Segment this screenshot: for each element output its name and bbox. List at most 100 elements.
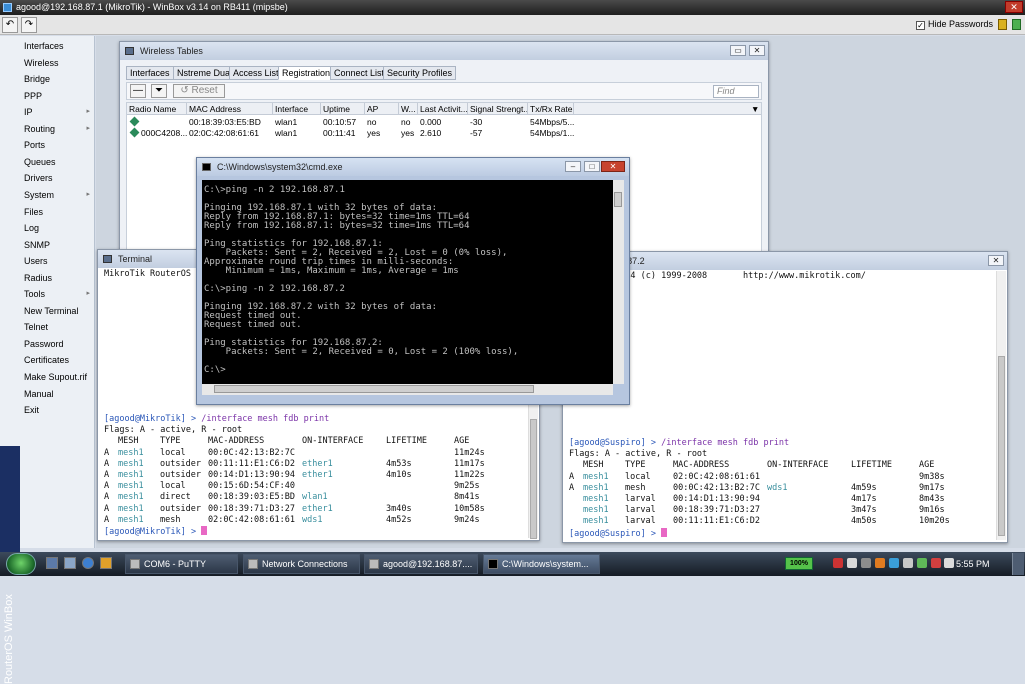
window-switcher-icon[interactable]: [64, 557, 76, 569]
column-menu-icon[interactable]: ▼: [749, 103, 759, 115]
close-icon[interactable]: ✕: [1005, 1, 1023, 13]
taskbar-clock[interactable]: 5:55 PM: [956, 552, 990, 576]
sidebar-item-wireless[interactable]: Wireless: [24, 56, 92, 70]
tab-connect-list[interactable]: Connect List: [330, 66, 389, 80]
terminal-final-prompt[interactable]: [agood@MikroTik] >: [104, 526, 208, 538]
find-input[interactable]: Find: [713, 85, 759, 98]
column-header[interactable]: AP: [365, 103, 399, 115]
wireless-tables-title-bar[interactable]: Wireless Tables ▭ ✕: [120, 42, 768, 60]
sidebar-item-snmp[interactable]: SNMP: [24, 238, 92, 252]
sidebar-item-bridge[interactable]: Bridge: [24, 72, 92, 86]
show-desktop-icon[interactable]: [46, 557, 58, 569]
close-icon[interactable]: ✕: [988, 255, 1004, 266]
column-header[interactable]: Uptime: [321, 103, 365, 115]
sidebar-item-drivers[interactable]: Drivers: [24, 171, 92, 185]
battery-indicator[interactable]: 100%: [785, 557, 813, 570]
scroll-thumb[interactable]: [530, 419, 537, 539]
task-network-connections[interactable]: Network Connections: [243, 554, 360, 574]
fdb-flag: A: [104, 514, 110, 525]
minimize-icon[interactable]: –: [565, 161, 581, 172]
cmd-vertical-scrollbar[interactable]: [613, 180, 624, 384]
remove-icon[interactable]: —: [130, 84, 146, 98]
scroll-thumb[interactable]: [214, 385, 534, 393]
task-cmd[interactable]: C:\Windows\system...: [483, 554, 600, 574]
column-header[interactable]: Signal Strengt...: [468, 103, 528, 115]
tab-nstreme-dual[interactable]: Nstreme Dual: [173, 66, 237, 80]
fdb-mesh: mesh1: [118, 514, 144, 525]
terminal-final-prompt[interactable]: [agood@Suspiro] >: [569, 527, 668, 540]
cell-value: wlan1: [275, 128, 298, 138]
sidebar-item-files[interactable]: Files: [24, 205, 92, 219]
sidebar-item-tools[interactable]: Tools ▸: [24, 287, 92, 301]
sidebar-item-log[interactable]: Log: [24, 221, 92, 235]
column-header[interactable]: MAC Address: [187, 103, 273, 115]
show-desktop-button[interactable]: [1012, 553, 1024, 575]
start-button[interactable]: [6, 553, 36, 575]
tab-security-profiles[interactable]: Security Profiles: [383, 66, 457, 80]
tab-interfaces[interactable]: Interfaces: [126, 66, 174, 80]
sidebar-item-routing[interactable]: Routing ▸: [24, 122, 92, 136]
fdb-mesh: mesh1: [118, 492, 144, 503]
sidebar-item-certificates[interactable]: Certificates: [24, 353, 92, 367]
sidebar-item-radius[interactable]: Radius: [24, 271, 92, 285]
restore-icon[interactable]: ▭: [730, 45, 746, 56]
fdb-mac: 00:11:11:E1:C6:D2: [673, 516, 760, 527]
sidebar-item-password[interactable]: Password: [24, 337, 92, 351]
maximize-icon[interactable]: □: [584, 161, 600, 172]
tab-registration[interactable]: Registration: [278, 66, 335, 80]
undo-button[interactable]: ↶: [2, 17, 18, 33]
sidebar-item-users[interactable]: Users: [24, 254, 92, 268]
tab-access-list[interactable]: Access List: [229, 66, 283, 80]
sidebar-item-make-supout-rif[interactable]: Make Supout.rif: [24, 370, 92, 384]
volume-icon[interactable]: [944, 558, 954, 568]
tray-icon[interactable]: [917, 558, 927, 568]
sidebar-item-ports[interactable]: Ports: [24, 138, 92, 152]
sidebar-item-manual[interactable]: Manual: [24, 387, 92, 401]
bluetooth-icon[interactable]: [889, 558, 899, 568]
tray-icon[interactable]: [861, 558, 871, 568]
sidebar-item-ppp[interactable]: PPP: [24, 89, 92, 103]
reset-button[interactable]: ↺ Reset: [173, 84, 225, 98]
scroll-thumb[interactable]: [998, 356, 1005, 536]
checkbox-box[interactable]: ✓: [915, 21, 925, 30]
column-header[interactable]: Last Activit...: [418, 103, 468, 115]
fdb-iface: ether1: [302, 470, 333, 480]
media-player-icon[interactable]: [100, 557, 112, 569]
sidebar-item-new-terminal[interactable]: New Terminal: [24, 304, 92, 318]
task-putty[interactable]: COM6 - PuTTY: [125, 554, 238, 574]
network-tray-icon[interactable]: [847, 558, 857, 568]
fdb-row: Amesh1 mesh 02:0C:42:08:61:61 wds1 4m52s 9m24…: [104, 515, 544, 526]
sidebar-item-interfaces[interactable]: Interfaces: [24, 39, 92, 53]
table-cell: yes: [365, 127, 399, 139]
security-alert-icon[interactable]: [833, 558, 843, 568]
column-header[interactable]: Tx/Rx Rate: [528, 103, 574, 115]
scroll-thumb[interactable]: [614, 192, 622, 207]
cmd-horizontal-scrollbar[interactable]: [202, 384, 613, 395]
close-icon[interactable]: ✕: [749, 45, 765, 56]
column-header[interactable]: Radio Name: [127, 103, 187, 115]
internet-explorer-icon[interactable]: [82, 557, 94, 569]
cmd-output[interactable]: C:\>ping -n 2 192.168.87.1 Pinging 192.16…: [202, 180, 613, 384]
fdb-row: Amesh1 outsider 00:14:D1:13:90:94 ether1 4m1…: [104, 470, 544, 481]
tray-icon[interactable]: [903, 558, 913, 568]
table-row[interactable]: 000C4208... 02:0C:42:08:61:61 wlan1 00:11:4…: [127, 127, 761, 139]
undo-icon: ↶: [5, 19, 15, 30]
terminal-prompt: [agood@MikroTik] >: [104, 414, 197, 424]
sidebar-item-system[interactable]: System ▸: [24, 188, 92, 202]
terminal-scrollbar[interactable]: [996, 271, 1006, 540]
sidebar-item-label: IP: [24, 107, 33, 118]
redo-button[interactable]: ↷: [21, 17, 37, 33]
hide-passwords-checkbox[interactable]: ✓ Hide Passwords: [915, 19, 993, 30]
column-header[interactable]: Interface: [273, 103, 321, 115]
close-icon[interactable]: ✕: [601, 161, 625, 172]
sidebar-item-ip[interactable]: IP ▸: [24, 105, 92, 119]
cmd-title-bar[interactable]: C:\Windows\system32\cmd.exe – □ ✕: [197, 158, 629, 176]
sidebar-item-telnet[interactable]: Telnet: [24, 320, 92, 334]
column-header[interactable]: W...: [399, 103, 418, 115]
sidebar-item-exit[interactable]: Exit: [24, 403, 92, 417]
filter-icon[interactable]: ⏷: [151, 84, 167, 98]
sidebar-item-queues[interactable]: Queues: [24, 155, 92, 169]
task-winbox[interactable]: agood@192.168.87....: [364, 554, 478, 574]
tray-icon[interactable]: [875, 558, 885, 568]
tray-icon[interactable]: [931, 558, 941, 568]
